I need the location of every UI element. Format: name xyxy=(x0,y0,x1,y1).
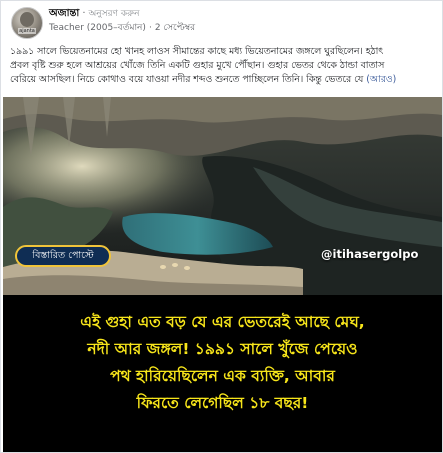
caption-line: বেরিয়ে আসছিল। নিচে কোথাও বয়ে যাওয়া নদ… xyxy=(10,73,436,87)
avatar[interactable]: ajanta xyxy=(11,7,43,39)
post-meta: Teacher (2005–বর্তমান) · 2 সেপ্টেম্বর xyxy=(49,23,195,34)
caption-text: বেরিয়ে আসছিল। নিচে কোথাও বয়ে যাওয়া নদ… xyxy=(10,74,364,85)
headline-line: এই গুহা এত বড় যে এর ভেতরেই আছে মেঘ, xyxy=(80,313,365,331)
headline-panel: এই গুহা এত বড় যে এর ভেতরেই আছে মেঘ, নদী… xyxy=(3,295,442,452)
post-card: ajanta অজান্তা · অনুসরণ করুন Teacher (2005… xyxy=(0,0,443,453)
avatar-logo-text: ajanta xyxy=(18,28,36,34)
separator-dot: · xyxy=(82,8,86,19)
headline-line: ফিরতে লেগেছিল ১৮ বছর! xyxy=(136,394,309,412)
headline-line: পথ হারিয়েছিলেন এক ব্যক্তি, আবার xyxy=(110,367,335,385)
caption-line: প্রবল বৃষ্টি শুরু হলে আশ্রয়ের খোঁজে তিন… xyxy=(10,60,385,71)
headline-line: নদী আর জঙ্গল! ১৯৯১ সালে খুঁজে পেয়েও xyxy=(87,340,358,358)
avatar-portrait xyxy=(20,12,34,27)
author-name[interactable]: অজান্তা xyxy=(49,8,79,19)
post-date[interactable]: 2 সেপ্টেম্বর xyxy=(155,23,195,33)
post-header: ajanta অজান্তা · অনুসরণ করুন Teacher (2005… xyxy=(11,7,436,41)
caption-line: ১৯৯১ সালে ভিয়েতনামের হো খানহ লাওস সীমান… xyxy=(10,46,384,57)
post-image[interactable]: বিস্তারিত পোস্টে @itihasergolpo এই গুহা … xyxy=(3,97,442,452)
author-row: অজান্তা · অনুসরণ করুন xyxy=(49,8,139,20)
watermark-handle: @itihasergolpo xyxy=(321,247,419,261)
separator-dot: · xyxy=(148,23,152,33)
post-caption: ১৯৯১ সালে ভিয়েতনামের হো খানহ লাওস সীমান… xyxy=(10,45,436,89)
author-role: Teacher (2005–বর্তমান) xyxy=(49,23,146,33)
see-more-link[interactable]: (আরও) xyxy=(366,74,396,85)
details-badge: বিস্তারিত পোস্টে xyxy=(15,245,111,267)
follow-button[interactable]: অনুসরণ করুন xyxy=(89,9,140,19)
